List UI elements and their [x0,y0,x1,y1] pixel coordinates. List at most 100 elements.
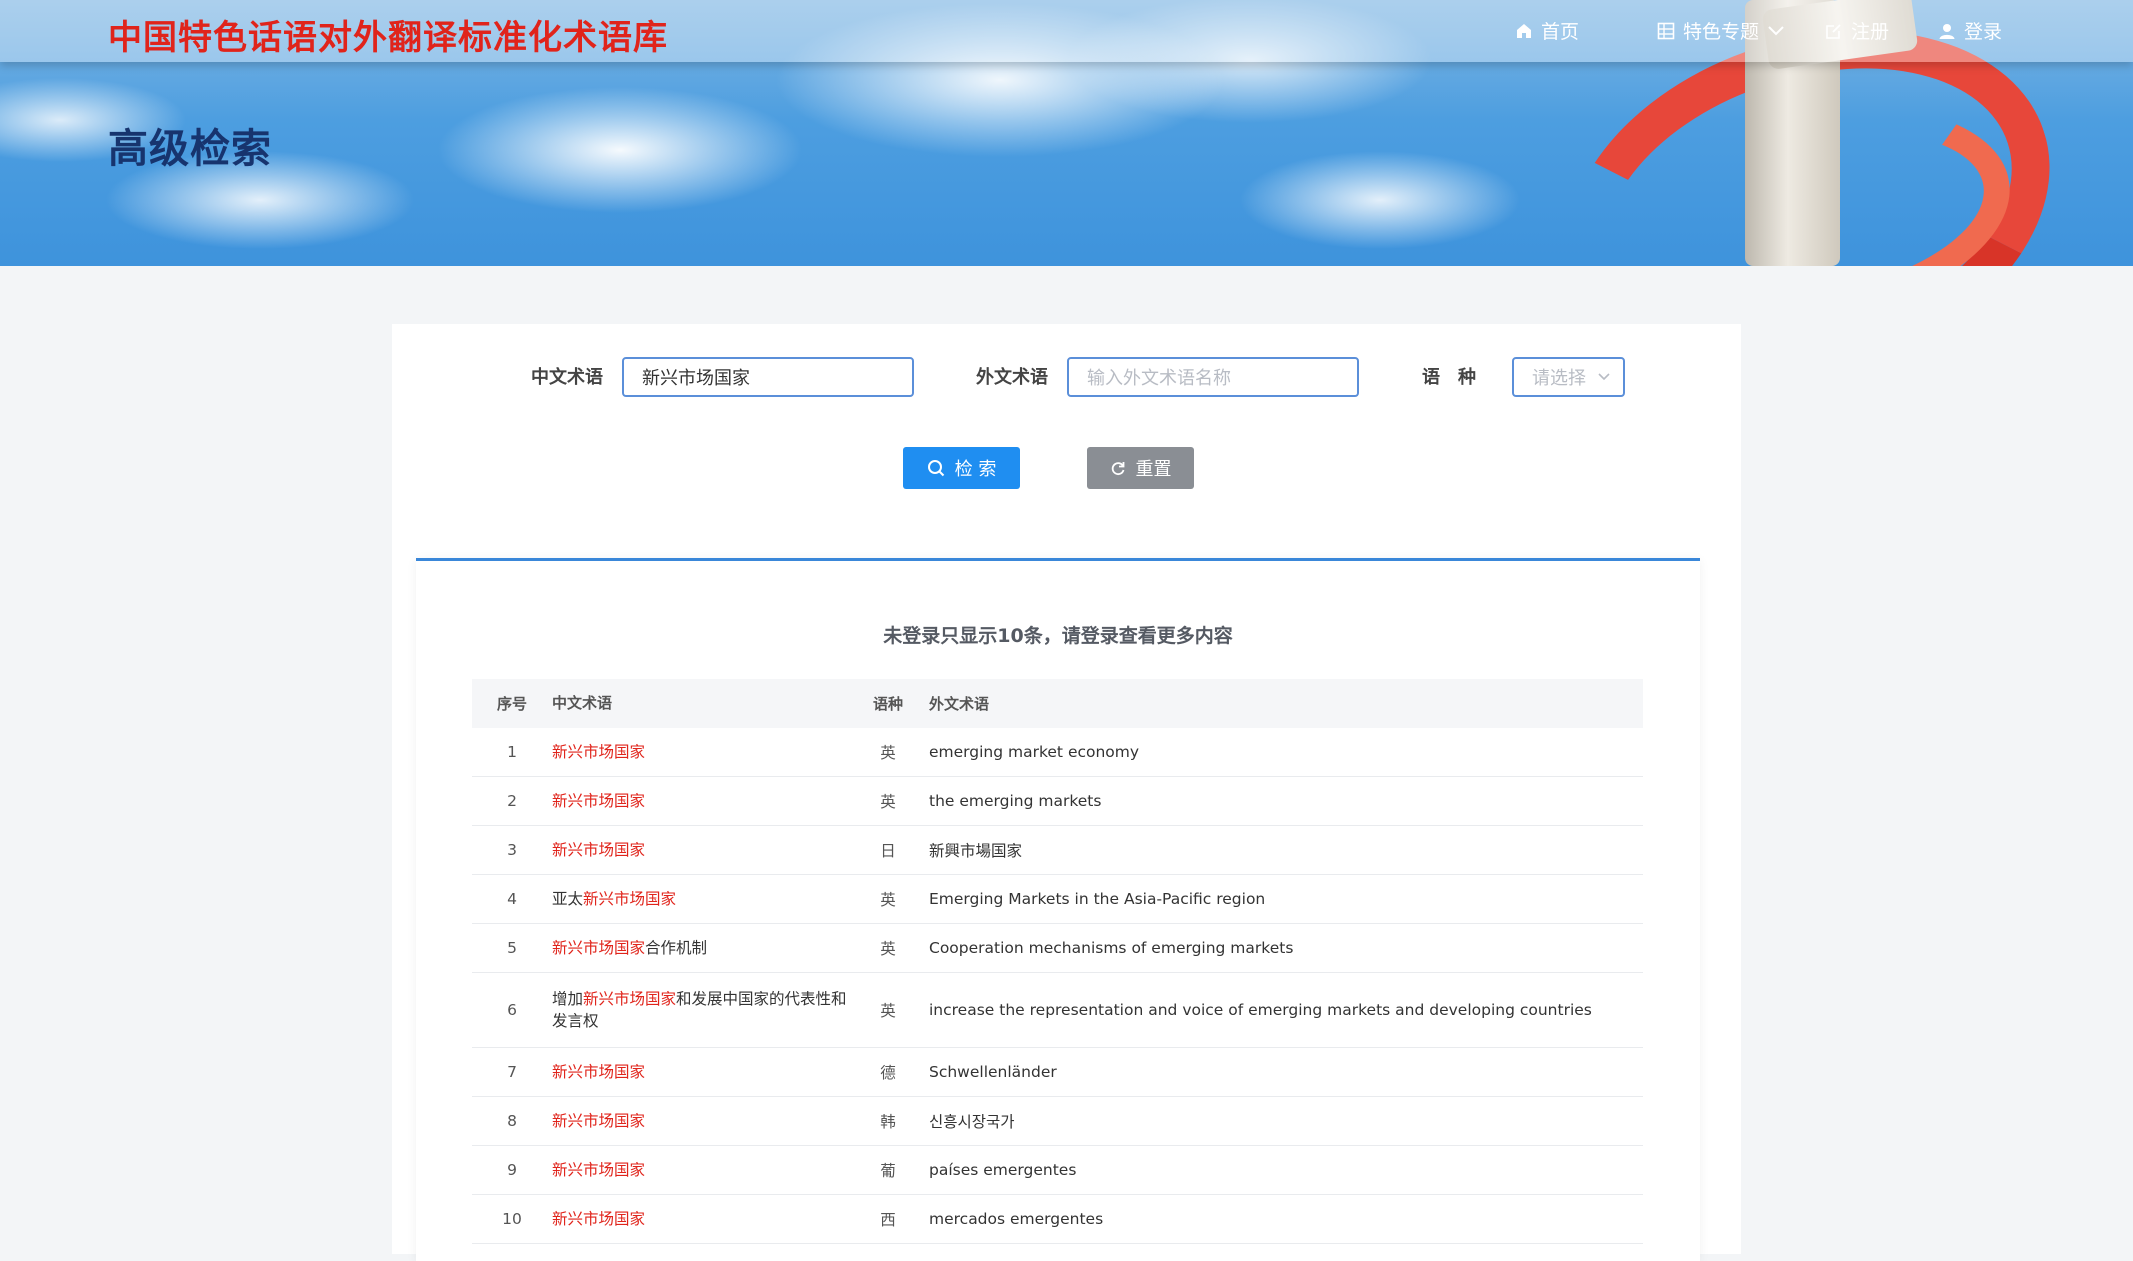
row-language: 日 [847,825,929,875]
foreign-term-placeholder: 输入外文术语名称 [1087,368,1231,389]
row-cn-term[interactable]: 新兴市场国家 [552,1047,847,1097]
header-banner: 中国特色话语对外翻译标准化术语库 首页 特色专题 注册 登录 高级检索 [0,0,2133,266]
search-highlight: 新兴市场国家 [552,1209,646,1228]
row-language: 德 [847,1047,929,1097]
site-title[interactable]: 中国特色话语对外翻译标准化术语库 [108,10,668,59]
row-foreign-term: 新興市場国家 [929,825,1643,875]
foreign-term-input[interactable]: 输入外文术语名称 [1067,357,1359,397]
search-highlight: 新兴市场国家 [552,1111,646,1130]
row-index: 6 [472,972,552,1048]
row-index: 3 [472,825,552,875]
reset-button-label: 重置 [1135,459,1172,480]
row-index: 1 [472,728,552,777]
refresh-icon [1111,462,1124,476]
search-icon [927,460,944,477]
nav-login-label: 登录 [1964,21,2003,43]
row-cn-term[interactable]: 增加新兴市场国家和发展中国家的代表性和发言权 [552,972,847,1048]
row-cn-term[interactable]: 新兴市场国家 [552,1194,847,1244]
search-panel: 中文术语 新兴市场国家 外文术语 输入外文术语名称 语 种 请选择 检 索 重置… [392,324,1741,1261]
row-foreign-term: mercados emergentes [929,1194,1643,1244]
table-row[interactable]: 5 新兴市场国家合作机制 英 Cooperation mechanisms of… [472,923,1643,973]
row-cn-term[interactable]: 新兴市场国家 [552,825,847,875]
reset-button[interactable]: 重置 [1087,447,1194,489]
nav-special-topics[interactable]: 特色专题 [1657,17,1785,44]
row-cn-term[interactable]: 新兴市场国家 [552,1145,847,1195]
search-highlight: 新兴市场国家 [552,1062,646,1081]
row-language: 西 [847,1194,929,1244]
cn-term-label: 中文术语 [531,367,603,388]
results-box: 未登录只显示10条，请登录查看更多内容 序号 中文术语 语种 外文术语 1 新兴… [416,558,1700,1261]
row-cn-term[interactable]: 新兴市场国家合作机制 [552,923,847,973]
search-button-label: 检 索 [954,459,997,480]
table-header-row: 序号 中文术语 语种 外文术语 [472,679,1643,728]
edit-icon [1826,23,1841,39]
search-highlight: 新兴市场国家 [552,1160,646,1179]
table-row[interactable]: 2 新兴市场国家 英 the emerging markets [472,776,1643,826]
nav-login[interactable]: 登录 [1938,17,2002,44]
row-cn-term[interactable]: 新兴市场国家 [552,776,847,826]
row-cn-term[interactable]: 新兴市场国家 [552,1096,847,1146]
row-language: 英 [847,874,929,924]
table-row[interactable]: 7 新兴市场国家 德 Schwellenländer [472,1047,1643,1097]
chevron-down-icon [1598,373,1610,381]
table-row[interactable]: 1 新兴市场国家 英 emerging market economy [472,728,1643,777]
cn-term-input-value: 新兴市场国家 [642,368,750,389]
row-foreign-term: Cooperation mechanisms of emerging marke… [929,923,1643,973]
row-cn-term[interactable]: 亚太新兴市场国家 [552,874,847,924]
row-foreign-term: Emerging Markets in the Asia-Pacific reg… [929,874,1643,924]
grid-icon [1657,22,1675,39]
row-cn-term[interactable]: 新兴市场国家 [552,728,847,777]
search-highlight: 新兴市场国家 [583,889,677,908]
language-select-placeholder: 请选择 [1532,368,1586,389]
search-highlight: 新兴市场国家 [552,791,646,810]
row-language: 英 [847,776,929,826]
row-language: 英 [847,728,929,777]
language-select[interactable]: 请选择 [1512,357,1625,397]
table-row[interactable]: 10 新兴市场国家 西 mercados emergentes [472,1194,1643,1244]
table-row[interactable]: 4 亚太新兴市场国家 英 Emerging Markets in the Asi… [472,874,1643,924]
row-foreign-term: emerging market economy [929,728,1643,777]
row-index: 8 [472,1096,552,1146]
column-header-foreign-term: 外文术语 [929,695,990,713]
row-index: 7 [472,1047,552,1097]
row-foreign-term: Schwellenländer [929,1047,1643,1097]
results-table: 序号 中文术语 语种 外文术语 1 新兴市场国家 英 emerging mark… [472,679,1643,1244]
row-language: 韩 [847,1096,929,1146]
search-button[interactable]: 检 索 [903,447,1020,489]
nav-register[interactable]: 注册 [1825,17,1889,44]
page-title: 高级检索 [108,126,272,172]
login-notice: 未登录只显示10条，请登录查看更多内容 [883,625,1233,647]
top-navigation-bar: 中国特色话语对外翻译标准化术语库 首页 特色专题 注册 登录 [0,0,2133,62]
search-highlight: 新兴市场国家 [552,938,646,957]
search-highlight: 新兴市场国家 [552,840,646,859]
row-language: 英 [847,972,929,1048]
chevron-down-icon [1768,25,1784,35]
nav-register-label: 注册 [1851,21,1890,43]
table-row[interactable]: 3 新兴市场国家 日 新興市場国家 [472,825,1643,875]
row-index: 5 [472,923,552,973]
search-highlight: 新兴市场国家 [552,742,646,761]
search-highlight: 新兴市场国家 [583,989,677,1008]
column-header-index: 序号 [496,695,527,713]
nav-special-topics-label: 特色专题 [1683,21,1760,43]
table-row[interactable]: 6 增加新兴市场国家和发展中国家的代表性和发言权 英 increase the … [472,972,1643,1048]
row-foreign-term: the emerging markets [929,776,1643,826]
table-row[interactable]: 9 新兴市场国家 葡 países emergentes [472,1145,1643,1195]
column-header-language: 语种 [872,695,903,713]
column-header-cn-term: 中文术语 [552,693,613,712]
row-index: 2 [472,776,552,826]
row-language: 葡 [847,1145,929,1195]
row-index: 4 [472,874,552,924]
row-language: 英 [847,923,929,973]
row-foreign-term: países emergentes [929,1145,1643,1195]
row-foreign-term: increase the representation and voice of… [929,972,1643,1048]
cn-term-input[interactable]: 新兴市场国家 [622,357,914,397]
row-foreign-term: 신흥시장국가 [929,1096,1643,1146]
nav-home[interactable]: 首页 [1515,17,1579,44]
foreign-term-label: 外文术语 [976,367,1048,388]
language-label: 语 种 [1422,367,1476,388]
home-icon [1517,23,1531,38]
nav-home-label: 首页 [1541,21,1580,43]
row-index: 9 [472,1145,552,1195]
table-row[interactable]: 8 新兴市场国家 韩 신흥시장국가 [472,1096,1643,1146]
